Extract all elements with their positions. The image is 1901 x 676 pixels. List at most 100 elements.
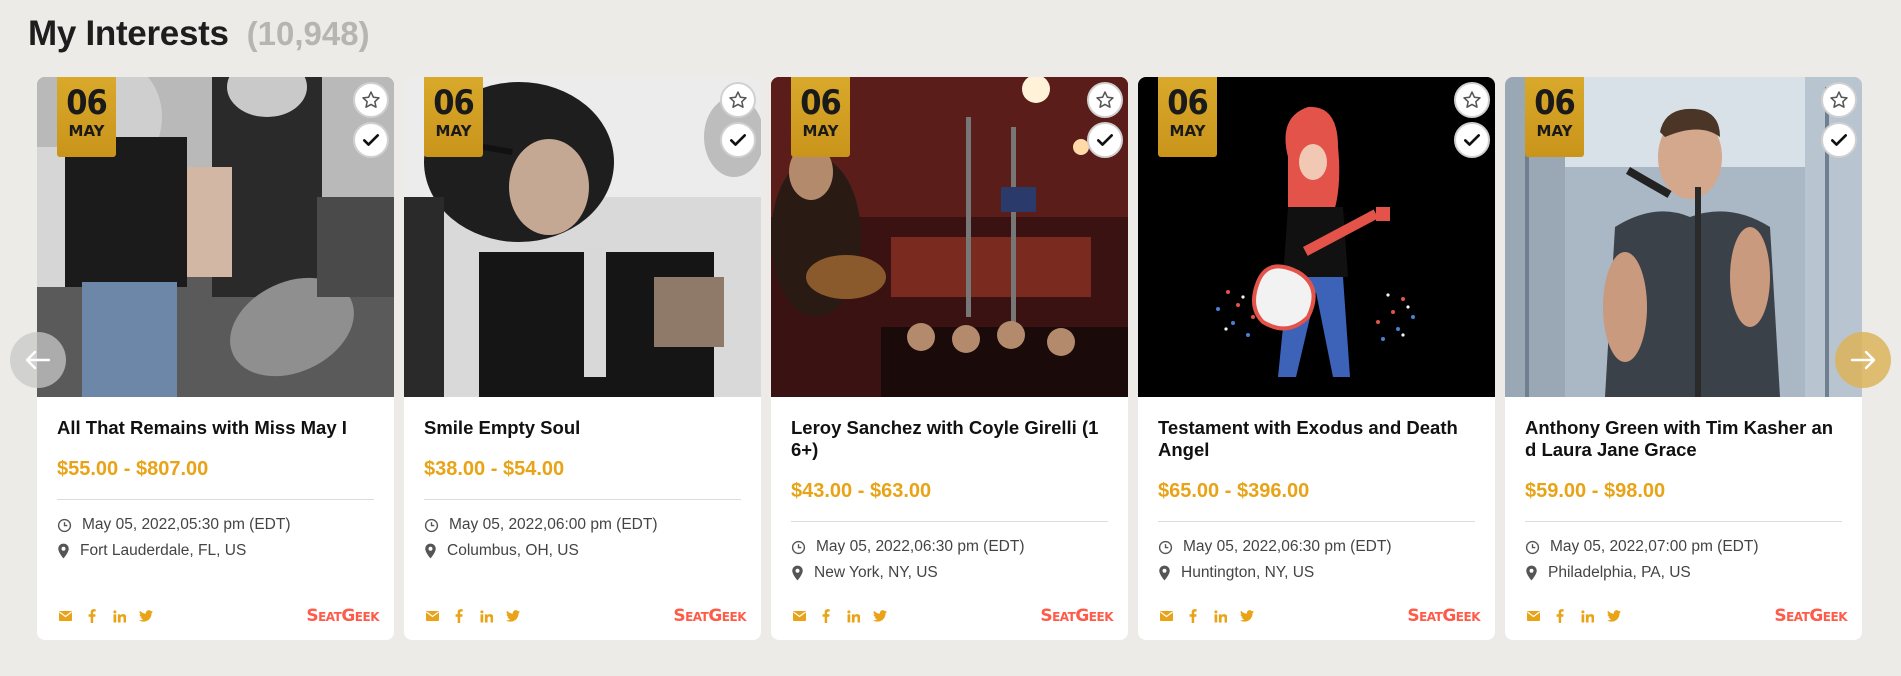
event-card[interactable]: 06 MAY Anthony Green with Tim Kasher and… (1505, 77, 1862, 640)
divider (57, 499, 374, 500)
interested-button[interactable] (353, 122, 389, 158)
event-datetime: May 05, 2022,07:00 pm (EDT) (1550, 538, 1759, 555)
date-badge: 06 MAY (57, 77, 116, 157)
email-icon[interactable] (791, 608, 807, 624)
event-location-text: Philadelphia, PA, US (1548, 564, 1691, 581)
interested-button[interactable] (1454, 122, 1490, 158)
facebook-icon[interactable] (1552, 608, 1568, 624)
arrow-right-icon (1850, 350, 1876, 370)
seatgeek-logo[interactable]: SeatGeek (1407, 606, 1480, 626)
interested-button[interactable] (1087, 122, 1123, 158)
interested-button[interactable] (720, 122, 756, 158)
email-icon[interactable] (57, 608, 73, 624)
map-pin-icon (58, 543, 69, 559)
check-icon (730, 134, 746, 146)
card-body: All That Remains with Miss May I $55.00 … (37, 397, 394, 560)
linkedin-icon[interactable] (478, 608, 494, 624)
date-badge: 06 MAY (791, 77, 850, 157)
share-icons (1158, 608, 1255, 624)
event-title[interactable]: Testament with Exodus and Death Angel (1158, 417, 1475, 461)
clock-icon (57, 518, 72, 532)
card-body: Smile Empty Soul $38.00 - $54.00 May 05,… (404, 397, 761, 560)
favorite-button[interactable] (1087, 82, 1123, 118)
divider (424, 499, 741, 500)
card-footer: SeatGeek (791, 606, 1113, 626)
linkedin-icon[interactable] (111, 608, 127, 624)
divider (1158, 521, 1475, 522)
event-image[interactable]: 06 MAY (1138, 77, 1495, 397)
twitter-icon[interactable] (138, 608, 154, 624)
event-image[interactable]: 06 MAY (1505, 77, 1862, 397)
interested-button[interactable] (1821, 122, 1857, 158)
twitter-icon[interactable] (505, 608, 521, 624)
event-title[interactable]: Smile Empty Soul (424, 417, 741, 439)
event-card[interactable]: 06 MAY All That Remains with Miss May I … (37, 77, 394, 640)
event-location-text: New York, NY, US (814, 564, 938, 581)
check-icon (1097, 134, 1113, 146)
carousel-next-button[interactable] (1835, 332, 1891, 388)
email-icon[interactable] (424, 608, 440, 624)
email-icon[interactable] (1525, 608, 1541, 624)
favorite-button[interactable] (1454, 82, 1490, 118)
facebook-icon[interactable] (818, 608, 834, 624)
linkedin-icon[interactable] (1579, 608, 1595, 624)
favorite-button[interactable] (1821, 82, 1857, 118)
star-icon (1463, 91, 1481, 108)
date-day: 06 (66, 83, 108, 123)
star-icon (1830, 91, 1848, 108)
seatgeek-logo[interactable]: SeatGeek (1040, 606, 1113, 626)
star-icon (362, 91, 380, 108)
arrow-left-icon (25, 350, 51, 370)
event-title[interactable]: All That Remains with Miss May I (57, 417, 374, 439)
event-title[interactable]: Anthony Green with Tim Kasher and Laura … (1525, 417, 1842, 461)
clock-icon (791, 540, 806, 554)
event-card[interactable]: 06 MAY Testament with Exodus and Death A… (1138, 77, 1495, 640)
map-pin-icon (792, 565, 803, 581)
map-pin-icon (1159, 565, 1170, 581)
map-pin-icon (425, 543, 436, 559)
card-body: Leroy Sanchez with Coyle Girelli (16+) $… (771, 397, 1128, 582)
twitter-icon[interactable] (1606, 608, 1622, 624)
twitter-icon[interactable] (872, 608, 888, 624)
date-month: MAY (435, 122, 472, 140)
facebook-icon[interactable] (84, 608, 100, 624)
event-location: Huntington, NY, US (1158, 564, 1475, 582)
event-card[interactable]: 06 MAY Smile Empty Soul $38.00 - $54.00 … (404, 77, 761, 640)
linkedin-icon[interactable] (1212, 608, 1228, 624)
event-title[interactable]: Leroy Sanchez with Coyle Girelli (16+) (791, 417, 1108, 461)
date-day: 06 (1167, 83, 1209, 123)
card-body: Anthony Green with Tim Kasher and Laura … (1505, 397, 1862, 582)
event-time: May 05, 2022,06:30 pm (EDT) (1158, 538, 1475, 556)
event-image[interactable]: 06 MAY (37, 77, 394, 397)
event-image[interactable]: 06 MAY (404, 77, 761, 397)
twitter-icon[interactable] (1239, 608, 1255, 624)
card-footer: SeatGeek (57, 606, 379, 626)
carousel-prev-button[interactable] (10, 332, 66, 388)
event-location-text: Huntington, NY, US (1181, 564, 1315, 581)
facebook-icon[interactable] (451, 608, 467, 624)
divider (1525, 521, 1842, 522)
favorite-button[interactable] (720, 82, 756, 118)
email-icon[interactable] (1158, 608, 1174, 624)
event-card[interactable]: 06 MAY Leroy Sanchez with Coyle Girelli … (771, 77, 1128, 640)
event-datetime: May 05, 2022,05:30 pm (EDT) (82, 516, 291, 533)
date-month: MAY (1536, 122, 1573, 140)
event-location-text: Fort Lauderdale, FL, US (80, 542, 247, 559)
seatgeek-logo[interactable]: SeatGeek (1774, 606, 1847, 626)
check-icon (1464, 134, 1480, 146)
seatgeek-logo[interactable]: SeatGeek (306, 606, 379, 626)
clock-icon (1158, 540, 1173, 554)
interest-count: (10,948) (246, 15, 370, 52)
seatgeek-logo[interactable]: SeatGeek (673, 606, 746, 626)
facebook-icon[interactable] (1185, 608, 1201, 624)
star-icon (729, 91, 747, 108)
event-time: May 05, 2022,07:00 pm (EDT) (1525, 538, 1842, 556)
event-image[interactable]: 06 MAY (771, 77, 1128, 397)
event-location: Columbus, OH, US (424, 542, 741, 560)
date-month: MAY (1169, 122, 1206, 140)
event-location: New York, NY, US (791, 564, 1108, 582)
event-price: $59.00 - $98.00 (1525, 480, 1666, 502)
share-icons (791, 608, 888, 624)
favorite-button[interactable] (353, 82, 389, 118)
linkedin-icon[interactable] (845, 608, 861, 624)
